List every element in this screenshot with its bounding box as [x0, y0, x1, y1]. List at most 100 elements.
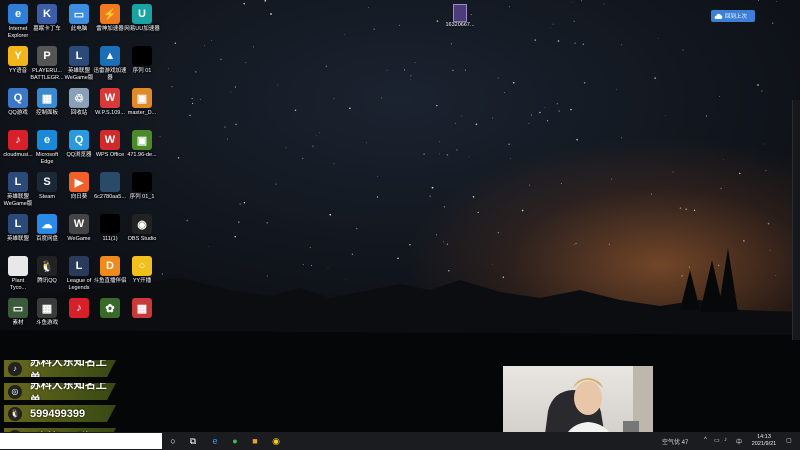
system-clock[interactable]: 14:13 2021/9/21	[748, 434, 780, 448]
restore-session-label: 回到上次	[725, 14, 748, 20]
overlay-banner: 🐧 599499399	[4, 405, 116, 422]
desktop-icon-label: 百度网盘	[35, 236, 58, 242]
image-file-icon	[100, 172, 120, 192]
desktop-icon[interactable]: ▦ 斗鱼游戏	[29, 298, 65, 327]
desktop-icon[interactable]: ▣ master_D...	[124, 88, 160, 117]
desktop-icon[interactable]: 6c2780aa5...	[92, 172, 128, 201]
this-pc-icon: ▭	[69, 4, 89, 24]
desktop-icon[interactable]: ☁ 百度网盘	[29, 214, 65, 243]
desktop-icon[interactable]: ▦ 控制面板	[29, 88, 65, 117]
control-panel-icon: ▦	[37, 88, 57, 108]
obs-taskbar-icon[interactable]: ◉	[270, 435, 282, 447]
desktop-icon-label: OBS Studio	[127, 236, 157, 242]
wps-installer-icon: W	[100, 88, 120, 108]
desktop-icon-label: 雷神加速器	[96, 26, 124, 32]
notification-icon[interactable]: ▢	[786, 437, 792, 444]
desktop-icon-label: 控制面板	[35, 110, 58, 116]
league-icon: L	[69, 256, 89, 276]
cloudmusic-icon: ♪	[8, 130, 28, 150]
desktop-icon-label: 序列 01	[132, 68, 152, 74]
desktop-icon-label: 腾讯QQ	[37, 278, 57, 284]
desktop-icon-label: 斗鱼直播伴侣	[93, 278, 127, 284]
sequence-file-icon	[132, 46, 152, 66]
desktop-icon[interactable]: ▦	[124, 298, 160, 320]
internet-explorer-icon: e	[8, 4, 28, 24]
desktop-icon-label: YY开播	[132, 278, 152, 284]
restore-session-button[interactable]: 回到上次	[711, 10, 755, 22]
desktop-icon-label: 墓眠卡丁车	[33, 26, 61, 32]
air-quality-text[interactable]: 空气优 47	[662, 437, 688, 446]
clock-date: 2021/9/21	[751, 441, 777, 447]
desktop-icon[interactable]: 序列 01	[124, 46, 160, 75]
desktop-icon[interactable]: W WPS Office	[92, 130, 128, 159]
nvidia-driver-icon: ▣	[132, 130, 152, 150]
desktop-icon-label: 序列 01_1	[129, 194, 155, 200]
wegame-icon: W	[69, 214, 89, 234]
netease-music-icon: ♪	[69, 298, 89, 318]
qq-icon: 🐧	[8, 406, 22, 421]
wps-office-icon: W	[100, 130, 120, 150]
desktop-file-top[interactable]: 16320667...	[445, 4, 475, 28]
leishen-accelerator-icon: ⚡	[100, 4, 120, 24]
desktop-icon-label: 斗鱼游戏	[35, 320, 58, 326]
folder-icon: ▭	[8, 298, 28, 318]
clock-time: 14:13	[757, 434, 771, 440]
side-panel-edge[interactable]	[792, 100, 800, 340]
desktop-icon[interactable]: ▲ 迅雷游戏加速器	[92, 46, 128, 81]
recycle-bin-icon: ♲	[69, 88, 89, 108]
master-file-icon: ▣	[132, 88, 152, 108]
task-view-icon[interactable]: ⧉	[187, 435, 199, 447]
cloud-icon	[713, 11, 723, 21]
tray-chevron-icon[interactable]: ^	[704, 437, 707, 443]
desktop-icon-label: W.P.S.109...	[95, 110, 125, 116]
network-icon[interactable]: ▭	[714, 437, 720, 444]
desktop-file-label: 16320667...	[445, 22, 475, 28]
desktop-icon[interactable]: ✿	[92, 298, 128, 320]
weibo-icon: ◎	[8, 384, 22, 399]
sequence-file-icon	[132, 172, 152, 192]
cortana-icon[interactable]: ○	[167, 435, 179, 447]
desktop-icon[interactable]: P PLAYERU... BATTLEGR...	[29, 46, 65, 81]
edge-taskbar-icon[interactable]: e	[209, 435, 221, 447]
desktop-icon[interactable]: ◉ OBS Studio	[124, 214, 160, 243]
desktop-icon-label: 迅雷游戏加速器	[93, 68, 127, 81]
douyu-icon: D	[100, 256, 120, 276]
lol-icon: L	[8, 214, 28, 234]
desktop-icon[interactable]: K 墓眠卡丁车	[29, 4, 65, 33]
xunlei-accelerator-icon: ▲	[100, 46, 120, 66]
overlay-banner: ◎苏科大东知名上单	[4, 383, 116, 400]
desktop-icon[interactable]: D 斗鱼直播伴侣	[92, 256, 128, 285]
overlay-banner-text: 599499399	[30, 407, 86, 420]
baidu-netdisk-icon: ☁	[37, 214, 57, 234]
taskbar: ○ ⧉ e ● ■ ◉ 空气优 47 ^ ▭ ♪ 中 14:13 2021/9/…	[0, 432, 800, 450]
sunflower-icon: ▶	[69, 172, 89, 192]
desktop-icon[interactable]: 序列 01_1	[124, 172, 160, 201]
desktop-icon[interactable]: e Microsoft Edge	[29, 130, 65, 165]
document-icon	[453, 4, 467, 22]
uu-accelerator-icon: U	[132, 4, 152, 24]
app-taskbar-icon[interactable]: ■	[249, 435, 261, 447]
desktop-icon[interactable]: S Steam	[29, 172, 65, 201]
volume-icon[interactable]: ♪	[724, 437, 727, 443]
steam-icon: S	[37, 172, 57, 192]
desktop-icon[interactable]: 111(1)	[92, 214, 128, 243]
desktop-icon[interactable]: ▣ 471.96-de...	[124, 130, 160, 159]
qq-browser-icon: Q	[69, 130, 89, 150]
douyin-icon: ♪	[8, 361, 22, 376]
desktop-icon[interactable]: ○ YY开播	[124, 256, 160, 285]
input-method-icon[interactable]: 中	[736, 437, 742, 446]
plant-icon: ✿	[100, 298, 120, 318]
desktop-icon[interactable]: ⚡ 雷神加速器	[92, 4, 128, 33]
yy-live-icon: ○	[132, 256, 152, 276]
desktop-icon[interactable]: U 网易UU加速器	[124, 4, 160, 33]
desktop-icon[interactable]: W W.P.S.109...	[92, 88, 128, 117]
file-icon	[100, 214, 120, 234]
desktop-icon[interactable]: 🐧 腾讯QQ	[29, 256, 65, 285]
wechat-taskbar-icon[interactable]: ●	[229, 435, 241, 447]
desktop-icon-label: PLAYERU... BATTLEGR...	[30, 68, 64, 81]
edge-icon: e	[37, 130, 57, 150]
taskbar-search-box[interactable]	[0, 433, 162, 449]
app-grid-icon: ▦	[132, 298, 152, 318]
overlay-banner: ♪苏科大东知名上单	[4, 360, 116, 377]
document-icon	[8, 256, 28, 276]
